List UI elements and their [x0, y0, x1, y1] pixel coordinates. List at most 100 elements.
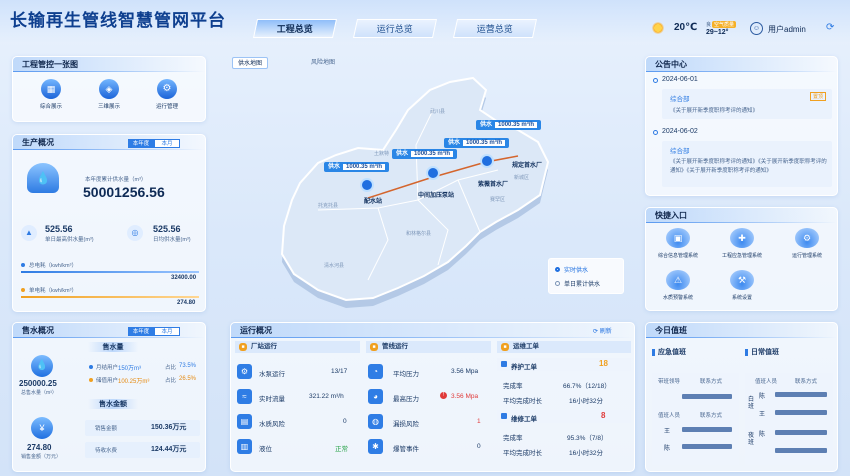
station-pin-1[interactable]	[360, 178, 374, 192]
avg-value: 525.56	[153, 224, 181, 234]
plant-v0: 13/17	[331, 368, 348, 375]
maint-rate-label: 完成率	[503, 383, 523, 390]
flow-2-label: 供水	[396, 151, 409, 157]
avg-label: 日均供水量(m³)	[153, 237, 191, 243]
tab-business[interactable]: 运营总览	[452, 19, 538, 38]
plant-k1: 实时流量	[259, 396, 285, 403]
tab-month[interactable]: 本月	[154, 139, 180, 148]
pipe-k3: 爆管事件	[393, 446, 419, 453]
pipe-v0: 3.56 Mpa	[451, 368, 479, 375]
daily-name-2: 王	[759, 412, 766, 418]
u2-ratio-label: 占比	[165, 378, 177, 384]
u1-value: 150万m³	[118, 366, 142, 372]
emerg-mask-3	[682, 443, 732, 450]
region-qingshuihe: 清水河县	[324, 263, 345, 269]
sales-tab-month[interactable]: 本月	[154, 327, 180, 336]
elec-unit-value: 274.80	[177, 300, 196, 306]
notice-text-1: 《关于展开新季度职称考评的通知》	[670, 108, 759, 114]
repair-order-icon	[501, 413, 507, 419]
region-saihan: 赛罕区	[490, 197, 506, 203]
u1-dot	[89, 365, 93, 369]
eng-panel: 工程管控一张图 ▦ 综合展示 ◈ 三维展示 ⚙ 运行管理	[12, 56, 206, 122]
user-icon[interactable]: ☺	[750, 22, 763, 35]
quick-water-alert[interactable]: ⚠ 水质预警系统	[650, 270, 706, 301]
tab-year[interactable]: 本年度	[128, 139, 154, 148]
sales-amount-header: 售水金额	[88, 399, 138, 409]
quick-emergency-system[interactable]: ✚ 工程应急管理系统	[714, 228, 770, 259]
revenue-label: 销售金额	[95, 426, 118, 432]
plant-header-icon: ■	[239, 343, 247, 351]
pipe-header: ■ 管线运行	[366, 341, 491, 353]
logout-icon[interactable]: ⟳	[826, 22, 834, 33]
ops-system-icon: ⚙	[795, 228, 819, 248]
info-system-icon: ▣	[666, 228, 690, 248]
tab-engineering[interactable]: 工程总览	[252, 19, 338, 38]
elec-dot-1	[21, 263, 25, 267]
station-pin-2[interactable]	[426, 166, 440, 180]
elec-bar-2	[21, 296, 199, 298]
pipe-v2: 1	[477, 418, 481, 425]
3d-view-button[interactable]: ◈ 三维展示	[89, 79, 129, 110]
station-pin-3[interactable]	[480, 154, 494, 168]
notice-panel: 公告中心 2024-06-01 综合部 置顶 《关于展开新季度职称考评的通知》 …	[645, 56, 838, 196]
tab-operation[interactable]: 运行总览	[352, 19, 438, 38]
emerg-h4: 联系方式	[700, 413, 723, 419]
u1-ratio-label: 占比	[165, 365, 177, 371]
flow-4-value: 1000.35 m³/h	[495, 122, 538, 128]
daily-name-1: 陈	[759, 394, 766, 400]
quick-settings[interactable]: ⚒ 系统设置	[714, 270, 770, 301]
emerg-duty-label: 应急值班	[658, 349, 686, 356]
legend-daily[interactable]: 单日累计供水	[555, 279, 600, 288]
daily-mask-3	[775, 429, 827, 436]
pending-value: 124.44万元	[151, 446, 187, 453]
quick-ops-system[interactable]: ⚙ 运行管理系统	[778, 228, 836, 259]
quick-panel: 快捷入口 ▣ 综合信息管理系统 ✚ 工程应急管理系统 ⚙ 运行管理系统 ⚠ 水质…	[645, 207, 838, 311]
username[interactable]: 用户admin	[768, 24, 806, 35]
flow-4-label: 供水	[480, 122, 493, 128]
repair-order-title: 维修工单	[511, 416, 537, 423]
daily-name-3: 陈	[759, 432, 766, 438]
daily-h1: 值班人员	[755, 379, 778, 385]
flow-label-1: 供水 1000.35 m³/h	[324, 162, 390, 172]
elec-total-value: 32400.00	[171, 275, 197, 281]
water-meter-icon: 💧	[27, 163, 59, 193]
elec-unit-label: 单电耗（kwh/km³）	[29, 288, 77, 294]
overview-button[interactable]: ▦ 综合展示	[31, 79, 71, 110]
emerg-name-2: 陈	[664, 446, 671, 452]
cube-icon: ◈	[99, 79, 119, 99]
aqi-badge: 空气质量	[712, 21, 737, 28]
sales-tab-year[interactable]: 本年度	[128, 327, 154, 336]
maint-order-count: 18	[599, 359, 608, 368]
sun-icon	[652, 22, 664, 34]
quick-title: 快捷入口	[646, 208, 837, 223]
region-helinger: 和林格尔县	[406, 231, 432, 237]
refresh-button[interactable]: ⟳ 刷新	[593, 326, 612, 335]
notice-dot-2	[653, 130, 658, 135]
water-drop-icon: 💧	[31, 355, 53, 377]
map-toggle-supply[interactable]: 供水地图	[232, 57, 269, 69]
legend-realtime[interactable]: 实时供水	[555, 265, 588, 274]
map-toggle-risk[interactable]: 风险地图	[306, 57, 340, 69]
temperature-range: 29~12°	[706, 29, 729, 36]
notice-dept-1: 综合部	[670, 96, 690, 103]
sales-sum-label: 总售水量（m³）	[21, 390, 57, 396]
repair-time-label: 平均完成时长	[503, 450, 542, 457]
settings-label: 系统设置	[731, 295, 752, 301]
u2-value: 100.25万m³	[118, 379, 150, 385]
pump-icon: ⚙	[237, 364, 252, 379]
meter-label: 本年度累计供水量（m³）	[85, 177, 147, 183]
u2-dot	[89, 378, 93, 382]
ops-manage-button[interactable]: ⚙ 运行管理	[147, 79, 187, 110]
quick-info-system[interactable]: ▣ 综合信息管理系统	[650, 228, 706, 259]
production-period-toggle: 本年度 本月	[128, 139, 180, 148]
flow-3-label: 供水	[448, 140, 461, 146]
region-wuchuan: 武川县	[430, 109, 446, 115]
notice-tag-1: 置顶	[810, 92, 827, 101]
map-area[interactable]: 供水地图 风险地图 武川县 土默特 赛罕区 新城区 和林格尔县 清水河县 托克托…	[218, 50, 636, 312]
overview-icon: ▦	[41, 79, 61, 99]
duty-title: 今日值班	[646, 323, 837, 338]
pipe-k1: 最高压力	[393, 396, 419, 403]
daily-h2: 联系方式	[795, 379, 818, 385]
repair-rate-label: 完成率	[503, 435, 523, 442]
maint-time-label: 平均完成时长	[503, 398, 542, 405]
